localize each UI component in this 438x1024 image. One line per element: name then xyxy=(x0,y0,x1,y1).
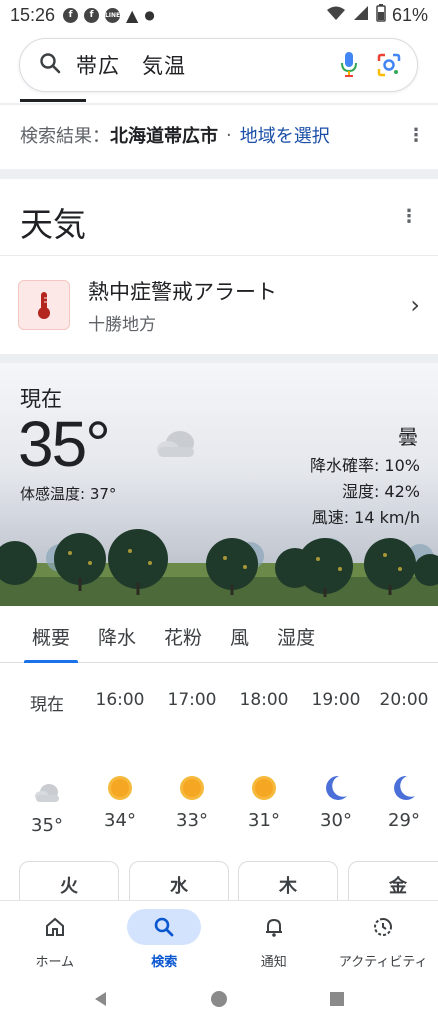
hourly-item: 18:00 31° xyxy=(228,690,300,831)
current-temperature: 35° xyxy=(18,408,111,480)
hour-temp: 34° xyxy=(104,810,136,831)
tab-precipitation[interactable]: 降水 xyxy=(84,611,150,662)
result-prefix: 検索結果： xyxy=(20,126,110,147)
hourly-item: 16:00 34° xyxy=(84,690,156,831)
day-card[interactable]: 水 xyxy=(129,861,229,901)
alert-title: 熱中症警戒アラート xyxy=(88,279,277,304)
system-navigation xyxy=(0,978,438,1024)
hourly-item: 17:00 33° xyxy=(156,690,228,831)
nav-home[interactable]: ホーム xyxy=(0,901,110,978)
daily-forecast: 火 水 木 金 xyxy=(19,861,438,901)
hour-temp: 33° xyxy=(176,810,208,831)
search-input[interactable]: 帯広 気温 xyxy=(76,50,323,80)
home-button-icon[interactable] xyxy=(210,990,228,1012)
hour-label: 19:00 xyxy=(311,690,361,710)
nav-notifications[interactable]: 通知 xyxy=(219,901,329,978)
status-bar: 15:26 f f LINE ▲ ● 61% xyxy=(0,0,438,30)
result-location: 北海道帯広市 xyxy=(110,126,218,147)
lens-icon[interactable] xyxy=(375,51,403,79)
search-icon[interactable] xyxy=(38,51,62,79)
hourly-item: 19:00 30° xyxy=(300,690,372,831)
section-divider xyxy=(0,169,438,179)
battery-percent: 61% xyxy=(391,4,428,25)
nav-activity-label: アクティビティ xyxy=(338,955,428,970)
bell-icon xyxy=(237,909,311,945)
section-divider xyxy=(0,354,438,363)
hour-temp: 30° xyxy=(320,810,352,831)
signal-icon xyxy=(352,5,370,26)
nav-search[interactable]: 検索 xyxy=(110,901,220,978)
select-region-link[interactable]: 地域を選択 xyxy=(240,122,330,148)
day-card[interactable]: 火 xyxy=(19,861,119,901)
feels-like: 体感温度: 37° xyxy=(20,485,117,503)
search-bar[interactable]: 帯広 気温 xyxy=(19,38,418,92)
chevron-right-icon: › xyxy=(410,291,420,319)
sun-icon xyxy=(228,772,300,804)
cloud-icon xyxy=(154,429,198,463)
moon-icon xyxy=(300,772,372,804)
bottom-navigation: ホーム 検索 通知 アクティビティ xyxy=(0,900,438,978)
battery-icon xyxy=(376,3,386,27)
recents-icon[interactable] xyxy=(328,990,346,1012)
facebook-icon: f xyxy=(63,7,79,23)
hour-label: 現在 xyxy=(30,695,64,715)
facebook-icon: f xyxy=(84,7,100,23)
weather-more-icon[interactable]: ⋮ xyxy=(400,206,418,227)
day-card[interactable]: 木 xyxy=(238,861,338,901)
tab-humidity[interactable]: 湿度 xyxy=(263,611,329,662)
more-options-icon[interactable]: ⋮ xyxy=(406,125,426,146)
weather-title: 天気 xyxy=(20,205,86,244)
alert-subtitle: 十勝地方 xyxy=(88,314,156,335)
hour-label: 16:00 xyxy=(95,690,145,710)
wind-speed: 風速: 14 km/h xyxy=(311,508,420,527)
back-icon[interactable] xyxy=(92,990,110,1012)
hourly-item: 現在 35° xyxy=(11,690,83,836)
hour-label: 18:00 xyxy=(239,690,289,710)
warning-icon: ▲ xyxy=(126,5,139,25)
cloud-icon xyxy=(11,777,83,809)
tab-pollen[interactable]: 花粉 xyxy=(150,611,216,662)
weather-tabs: 概要 降水 花粉 風 湿度 xyxy=(0,611,438,663)
mic-icon[interactable] xyxy=(335,51,363,79)
search-result-location: 検索結果： 北海道帯広市 · 地域を選択 ⋮ xyxy=(20,122,426,148)
thermometer-icon xyxy=(18,280,70,330)
moon-icon xyxy=(368,772,438,804)
divider xyxy=(0,103,438,105)
hour-label: 17:00 xyxy=(167,690,217,710)
hour-temp: 29° xyxy=(388,810,420,831)
wifi-icon xyxy=(326,5,346,26)
tab-wind[interactable]: 風 xyxy=(216,611,263,662)
condition-text: 曇 xyxy=(398,425,418,449)
line-icon: LINE xyxy=(105,7,120,23)
hour-temp: 35° xyxy=(31,815,63,836)
nav-notifications-label: 通知 xyxy=(260,955,287,970)
humidity: 湿度: 42% xyxy=(341,482,420,501)
hourly-item: 20:00 29° xyxy=(368,690,438,831)
hourly-forecast[interactable]: 現在 35° 16:00 34° 17:00 33° 18:00 31° 19:… xyxy=(0,690,438,840)
current-weather-panel: 現在 35° 体感温度: 37° 曇 降水確率: 10% 湿度: 42% 風速:… xyxy=(0,363,438,606)
status-time: 15:26 xyxy=(10,4,56,25)
hour-temp: 31° xyxy=(248,810,280,831)
search-tab-indicator xyxy=(20,99,86,102)
tab-overview[interactable]: 概要 xyxy=(18,611,84,663)
nav-home-label: ホーム xyxy=(35,955,75,970)
nav-activity[interactable]: アクティビティ xyxy=(329,901,438,978)
day-card[interactable]: 金 xyxy=(348,861,438,901)
hour-label: 20:00 xyxy=(379,690,429,710)
sun-icon xyxy=(156,772,228,804)
precip-chance: 降水確率: 10% xyxy=(309,456,420,475)
sun-icon xyxy=(84,772,156,804)
heat-alert-card[interactable]: 熱中症警戒アラート 十勝地方 › xyxy=(0,255,438,354)
nav-search-label: 検索 xyxy=(151,955,178,970)
activity-icon xyxy=(346,909,420,945)
separator-dot: · xyxy=(226,124,232,146)
home-icon xyxy=(18,909,92,945)
search-icon xyxy=(127,909,202,945)
weather-stats: 降水確率: 10% 湿度: 42% 風速: 14 km/h xyxy=(310,453,420,531)
dot-icon: ● xyxy=(144,8,155,22)
